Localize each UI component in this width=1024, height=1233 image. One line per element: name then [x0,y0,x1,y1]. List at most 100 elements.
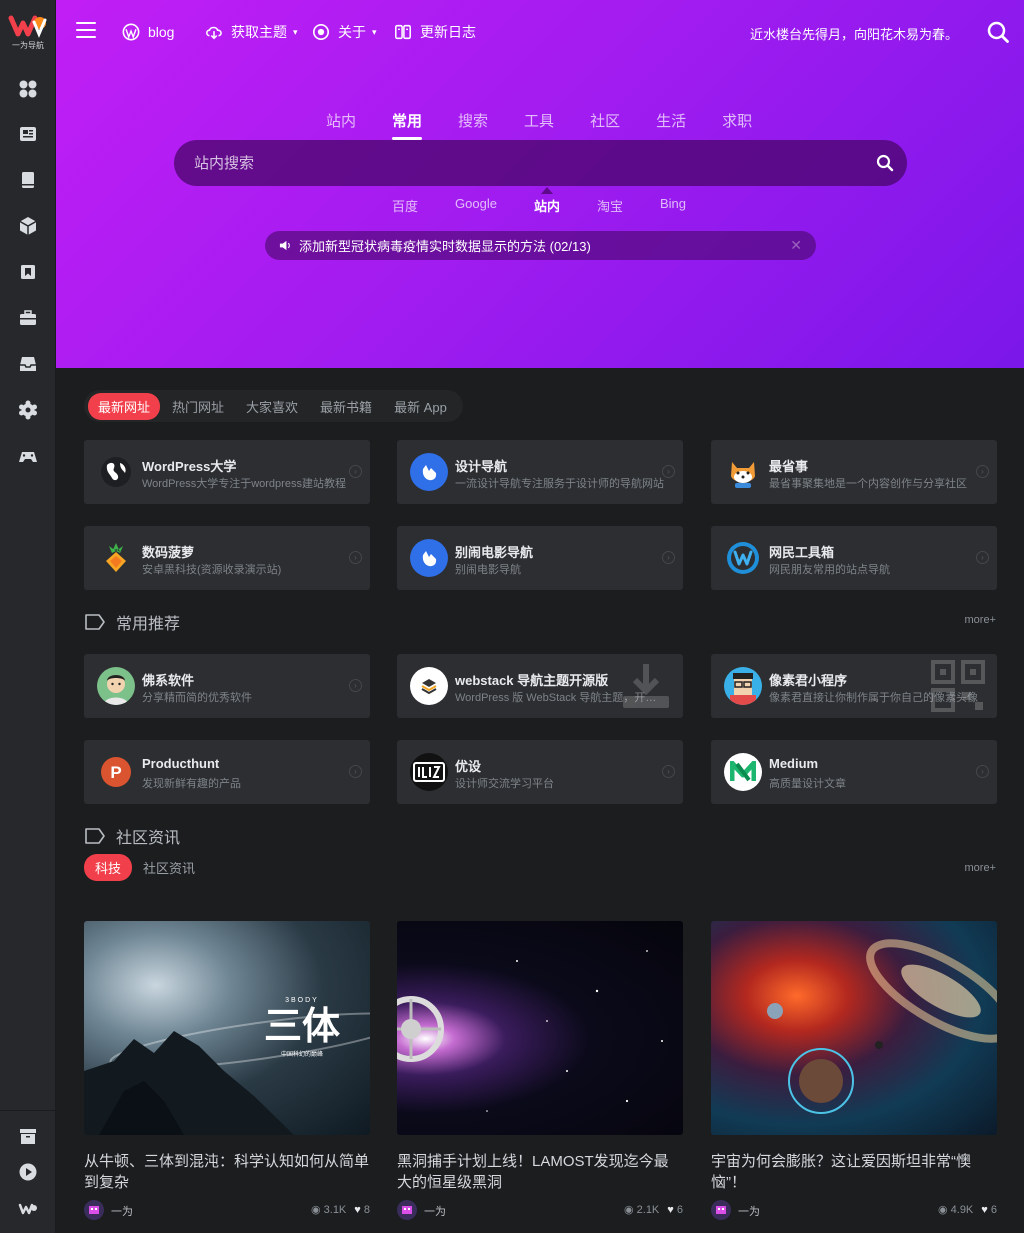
grid-icon[interactable] [17,78,39,100]
post-meta: 一为 ◉ 2.1K ♥ 6 [397,1200,683,1220]
tab-jobs[interactable]: 求职 [722,110,752,134]
archive-icon[interactable] [17,1125,39,1147]
post-thumbnail[interactable] [397,921,683,1135]
engine-google[interactable]: Google [455,196,497,216]
tab-life[interactable]: 生活 [656,110,686,134]
view-count: 3.1K [323,1204,347,1216]
tab-search[interactable]: 搜索 [458,110,488,134]
search-engine-list: 百度 Google 站内 淘宝 Bing [392,187,723,216]
site-card[interactable]: WordPress大学 WordPress大学专注于wordpress建站教程 … [84,440,370,504]
notice-link[interactable]: 添加新型冠状病毒疫情实时数据显示的方法 (02/13) [299,236,591,255]
play-icon[interactable] [17,1161,39,1183]
sidebar: 一为导航 [0,0,56,1233]
post-thumbnail[interactable] [711,921,997,1135]
buddha-icon [97,667,135,705]
avatar[interactable] [397,1200,417,1220]
post-thumbnail[interactable]: 3BODY 三体 中国科幻的巅峰 [84,921,370,1135]
site-card[interactable]: P Producthunt 发现新鲜有趣的产品 › [84,740,370,804]
site-card[interactable]: 别闹电影导航 别闹电影导航 › [397,526,683,590]
engine-taobao[interactable]: 淘宝 [597,196,623,216]
site-card[interactable]: 优设 设计师交流学习平台 › [397,740,683,804]
inbox-icon[interactable] [17,353,39,375]
notice-bar: 添加新型冠状病毒疫情实时数据显示的方法 (02/13) ✕ [265,231,816,260]
filter-latest-sites[interactable]: 最新网址 [88,392,161,420]
arrow-right-icon: › [349,679,362,692]
site-card[interactable]: 设计导航 一流设计导航专注服务于设计师的导航网站 › [397,440,683,504]
tab-onsite[interactable]: 站内 [326,110,356,134]
filter-hot-sites[interactable]: 热门网址 [162,393,234,420]
shiba-icon [724,453,762,491]
tab-community[interactable]: 社区 [590,110,620,134]
filter-favorites[interactable]: 大家喜欢 [236,393,308,420]
post-title[interactable]: 黑洞捕手计划上线！LAMOST发现迄今最大的恒星级黑洞 [397,1151,683,1193]
search-bar [174,140,907,186]
site-card[interactable]: 数码菠萝 安卓黑科技(资源收录演示站) › [84,526,370,590]
heart-icon: ♥ [667,1204,677,1216]
post-title[interactable]: 宇宙为何会膨胀？这让爱因斯坦非常“懊恼”！ [711,1151,997,1193]
site-desc: 网民朋友常用的站点导航 [769,564,890,576]
site-card[interactable]: 网民工具箱 网民朋友常用的站点导航 › [711,526,997,590]
site-title: 别闹电影导航 [455,545,534,560]
engine-bing[interactable]: Bing [660,196,686,216]
toolbox-icon[interactable] [17,307,39,329]
search-submit-icon[interactable] [875,153,895,173]
nav-about[interactable]: 关于 ▾ [312,22,377,42]
gamepad-icon[interactable] [17,445,39,467]
nav-get-theme[interactable]: 获取主题 ▾ [205,22,298,42]
post-author[interactable]: 一为 [111,1203,133,1219]
engine-onsite[interactable]: 站内 [534,187,560,216]
book-icon[interactable] [17,169,39,191]
post-card[interactable]: 3BODY 三体 中国科幻的巅峰 从牛顿、三体到混沌：科学认知如何从简单到复杂 … [84,921,370,1220]
site-card[interactable]: 最省事 最省事聚集地是一个内容创作与分享社区 › [711,440,997,504]
eye-icon: ◉ [937,1204,951,1216]
site-title: webstack 导航主题开源版 [455,673,609,688]
settings-icon[interactable] [17,399,39,421]
bookmark-icon[interactable] [17,261,39,283]
post-meta: 一为 ◉ 4.9K ♥ 6 [711,1200,997,1220]
brand-icon[interactable] [17,1198,39,1220]
wordpress-icon [122,23,140,41]
search-icon[interactable] [986,20,1010,44]
view-count: 4.9K [950,1204,974,1216]
site-card[interactable]: 像素君小程序 像素君直接让你制作属于你自己的像素头像 [711,654,997,718]
filter-latest-apps[interactable]: 最新 App [384,393,457,420]
arrow-right-icon: › [349,551,362,564]
layers-icon [410,667,448,705]
more-link[interactable]: more+ [965,862,997,874]
site-title: 佛系软件 [142,673,195,688]
filter-latest-books[interactable]: 最新书籍 [310,393,382,420]
more-link[interactable]: more+ [965,614,997,626]
menu-toggle-icon[interactable] [76,22,96,40]
avatar[interactable] [84,1200,104,1220]
box-icon[interactable] [17,215,39,237]
tab-tools[interactable]: 工具 [524,110,554,134]
site-card[interactable]: webstack 导航主题开源版 WordPress 版 WebStack 导航… [397,654,683,718]
post-title[interactable]: 从牛顿、三体到混沌：科学认知如何从简单到复杂 [84,1151,370,1193]
site-logo[interactable]: 一为导航 [8,12,48,54]
site-desc: 最省事聚集地是一个内容创作与分享社区 [769,478,967,490]
post-author[interactable]: 一为 [738,1203,760,1219]
nav-changelog[interactable]: 更新日志 [394,22,476,42]
galaxy-image [767,939,997,1114]
like-count: 6 [990,1204,997,1216]
tab-common[interactable]: 常用 [392,110,423,140]
filter-tech[interactable]: 科技 [84,854,133,881]
post-author[interactable]: 一为 [424,1203,446,1219]
site-card[interactable]: 佛系软件 分享精而简的优秀软件 › [84,654,370,718]
close-icon[interactable]: ✕ [790,237,802,254]
news-icon[interactable] [17,123,39,145]
post-meta: 一为 ◉ 3.1K ♥ 8 [84,1200,370,1220]
site-card[interactable]: Medium 高质量设计文章 › [711,740,997,804]
engine-baidu[interactable]: 百度 [392,196,418,216]
site-filter-tabs: 最新网址 热门网址 大家喜欢 最新书籍 最新 App [84,390,463,422]
filter-community-news[interactable]: 社区资讯 [132,854,206,881]
avatar[interactable] [711,1200,731,1220]
post-card[interactable]: 黑洞捕手计划上线！LAMOST发现迄今最大的恒星级黑洞 一为 ◉ 2.1K ♥ 6 [397,921,683,1220]
blue-hand-icon [410,539,448,577]
community-filter-tabs: 科技 社区资讯 [84,854,206,881]
search-input[interactable] [194,140,854,186]
post-card[interactable]: 宇宙为何会膨胀？这让爱因斯坦非常“懊恼”！ 一为 ◉ 4.9K ♥ 6 [711,921,997,1220]
medium-icon [724,753,762,791]
blue-hand-icon [410,453,448,491]
nav-blog[interactable]: blog [122,22,174,42]
